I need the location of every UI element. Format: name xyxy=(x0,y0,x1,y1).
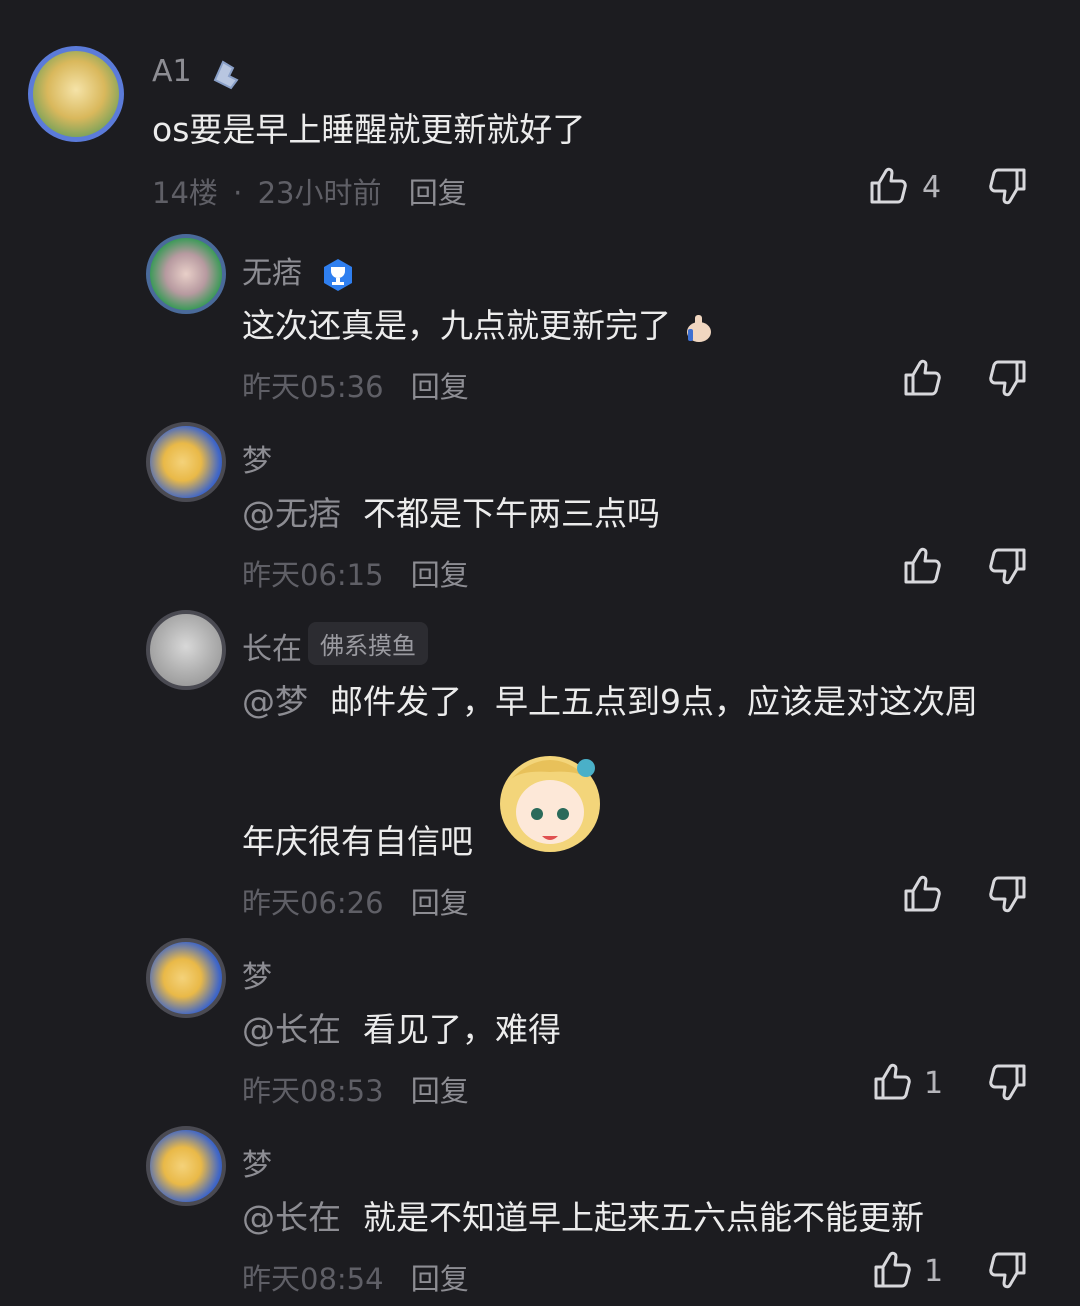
comment-meta: 14楼 · 23小时前 回复 xyxy=(152,170,467,212)
comment-meta: 昨天08:54 回复 xyxy=(242,1256,469,1298)
avatar[interactable] xyxy=(146,234,226,314)
reply-button[interactable]: 回复 xyxy=(411,558,469,592)
comment-meta: 昨天05:36 回复 xyxy=(242,364,469,406)
reply-button[interactable]: 回复 xyxy=(411,1074,469,1108)
like-icon[interactable] xyxy=(900,872,944,916)
timestamp: 昨天08:54 xyxy=(242,1262,384,1296)
mention-link[interactable]: @梦 xyxy=(242,682,308,721)
floor-number: 14楼 xyxy=(152,176,218,210)
level-badge-icon xyxy=(209,56,243,90)
dislike-icon[interactable] xyxy=(986,356,1030,400)
like-icon[interactable] xyxy=(870,1060,914,1104)
like-count: 1 xyxy=(924,1254,944,1289)
avatar[interactable] xyxy=(146,610,226,690)
dislike-icon[interactable] xyxy=(986,164,1030,208)
dislike-icon[interactable] xyxy=(986,1248,1030,1292)
reply-button[interactable]: 回复 xyxy=(411,1262,469,1296)
meta-separator: · xyxy=(233,176,243,210)
timestamp: 昨天05:36 xyxy=(242,370,384,404)
comment-text: @无痞 不都是下午两三点吗 xyxy=(242,494,660,533)
timestamp: 昨天06:26 xyxy=(242,886,384,920)
avatar[interactable] xyxy=(28,46,124,142)
timestamp: 昨天06:15 xyxy=(242,558,384,592)
like-icon[interactable] xyxy=(900,356,944,400)
mention-link[interactable]: @无痞 xyxy=(242,494,341,533)
comment-text: @长在 看见了，难得 xyxy=(242,1010,561,1049)
username[interactable]: A1 xyxy=(152,54,243,90)
mention-link[interactable]: @长在 xyxy=(242,1010,341,1049)
avatar[interactable] xyxy=(146,1126,226,1206)
user-tag: 佛系摸鱼 xyxy=(308,622,428,665)
comment-meta: 昨天06:15 回复 xyxy=(242,552,469,594)
reply-button[interactable]: 回复 xyxy=(411,886,469,920)
reply-button[interactable]: 回复 xyxy=(411,370,469,404)
timestamp: 23小时前 xyxy=(257,176,382,210)
dislike-icon[interactable] xyxy=(986,1060,1030,1104)
like-count: 1 xyxy=(924,1066,944,1101)
dislike-icon[interactable] xyxy=(986,872,1030,916)
like-icon[interactable] xyxy=(870,1248,914,1292)
trophy-badge-icon xyxy=(320,257,356,293)
username[interactable]: 梦 xyxy=(242,1140,272,1184)
dislike-icon[interactable] xyxy=(986,544,1030,588)
avatar[interactable] xyxy=(146,422,226,502)
comment-text: @梦 邮件发了，早上五点到9点，应该是对这次周 xyxy=(242,682,978,721)
reply-button[interactable]: 回复 xyxy=(409,176,467,210)
sticker-image xyxy=(490,740,606,858)
like-icon[interactable] xyxy=(900,544,944,588)
like-count: 4 xyxy=(922,170,942,205)
comment-meta: 昨天08:53 回复 xyxy=(242,1068,469,1110)
comment-meta: 昨天06:26 回复 xyxy=(242,880,469,922)
like-icon[interactable] xyxy=(866,164,910,208)
comment-text: @长在 就是不知道早上起来五六点能不能更新 xyxy=(242,1198,924,1237)
username[interactable]: 长在 xyxy=(242,624,302,668)
comment-text: 这次还真是，九点就更新完了 xyxy=(242,306,716,346)
comment-text: os要是早上睡醒就更新就好了 xyxy=(152,110,586,149)
timestamp: 昨天08:53 xyxy=(242,1074,384,1108)
username[interactable]: 梦 xyxy=(242,436,272,480)
username[interactable]: 梦 xyxy=(242,952,272,996)
thumbs-up-emoji-icon xyxy=(682,311,716,345)
comment-text-continued: 年庆很有自信吧 xyxy=(242,822,473,861)
username[interactable]: 无痞 xyxy=(242,248,356,293)
mention-link[interactable]: @长在 xyxy=(242,1198,341,1237)
avatar[interactable] xyxy=(146,938,226,1018)
